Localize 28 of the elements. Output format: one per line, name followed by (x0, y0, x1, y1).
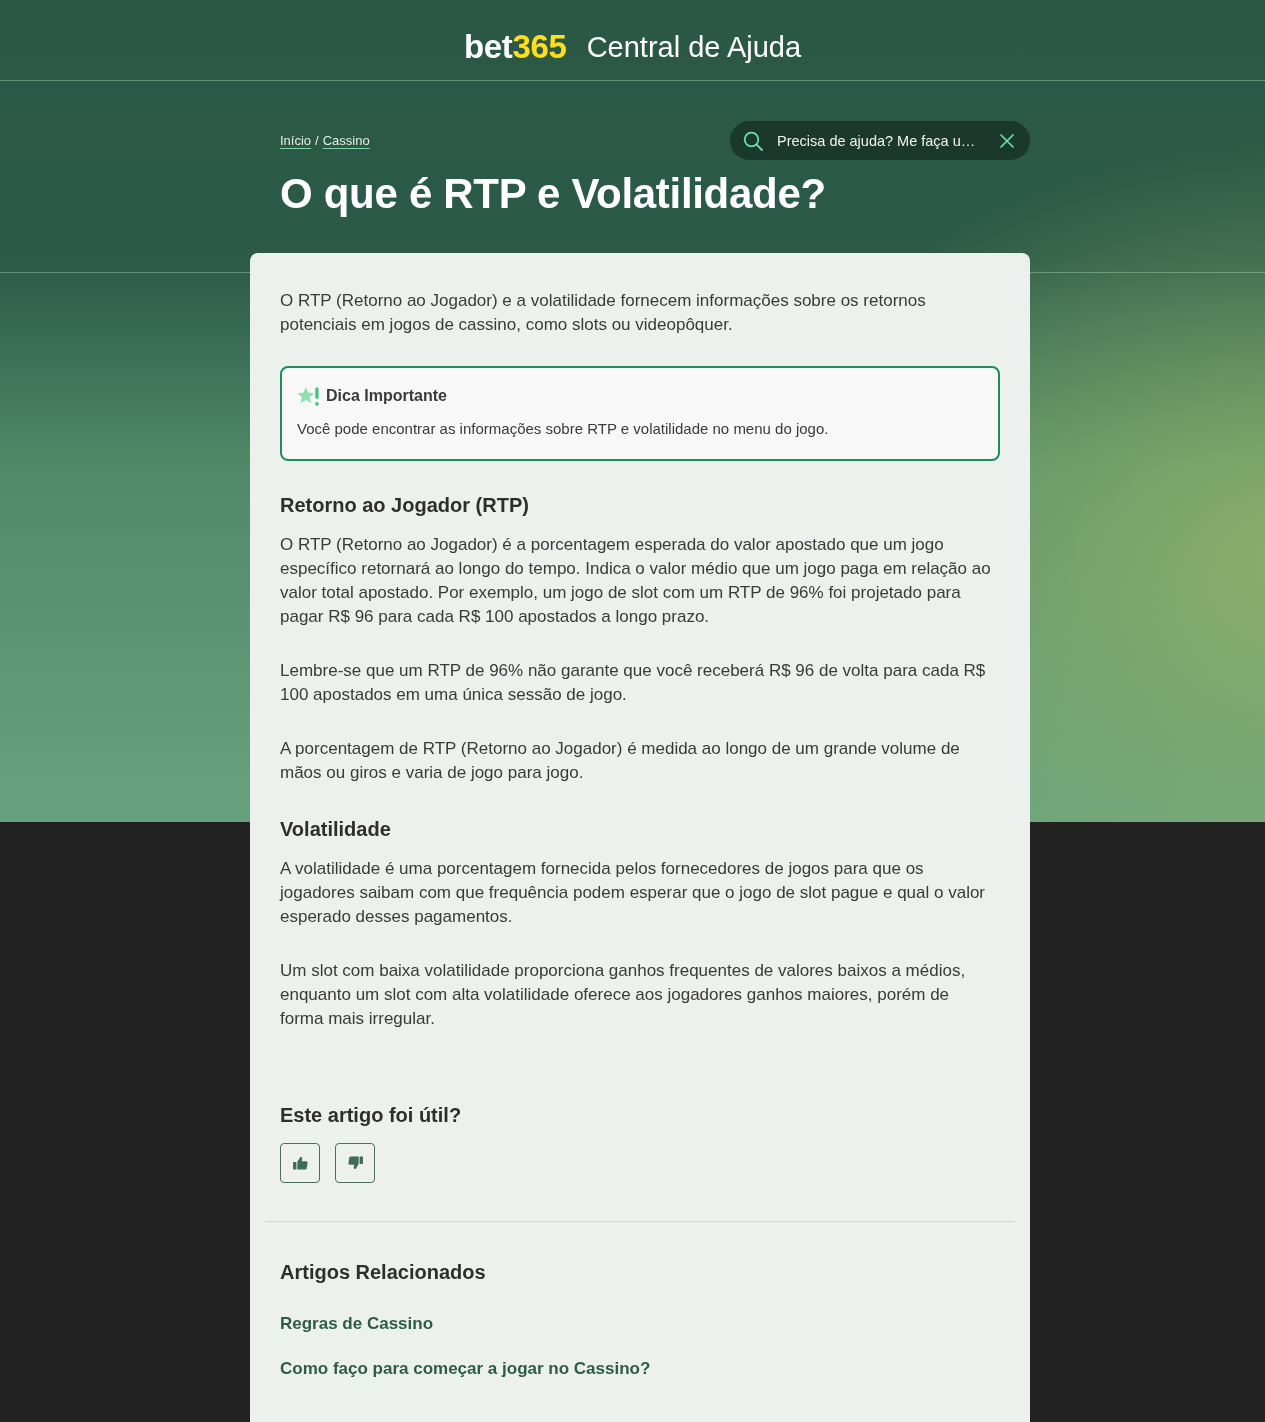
breadcrumb-separator: / (315, 133, 319, 148)
site-title: Central de Ajuda (586, 30, 802, 65)
paragraph: A porcentagem de RTP (Retorno ao Jogador) é medida ao longo de um grande volume de mãos ou giros e varia de jogo para jogo. (280, 738, 961, 784)
search-field[interactable]: Precisa de ajuda? Me faça u… (730, 121, 1030, 160)
like-button[interactable] (280, 1143, 320, 1183)
paragraph: Um slot com baixa volatilidade proporciona ganhos frequentes de valores baixos a médios, enquanto um slot com alta volatilidade oferece aos jogadores ganhos maiores, porém de forma mais irregular. (280, 960, 967, 1030)
close-icon[interactable] (1000, 133, 1014, 148)
page-title: O que é RTP e Volatilidade? (280, 169, 827, 219)
section-heading: Retorno ao Jogador (RTP) (280, 493, 530, 518)
tip-text: Você pode encontrar as informações sobre RTP e volatilidade no menu do jogo. (297, 419, 830, 439)
section-heading: Volatilidade (280, 817, 392, 842)
logo[interactable]: bet365 (463, 28, 567, 66)
paragraph: A volatilidade é uma porcentagem fornecida pelos fornecedores de jogos para que os jogadores saibam com que frequência podem esperar que o jogo de slot pague e qual o valor esperado desses pagamentos. (280, 858, 987, 928)
feedback-question: Este artigo foi útil? (280, 1103, 463, 1128)
tip-title: Dica Importante (326, 386, 447, 406)
star-alert-icon (297, 385, 319, 407)
related-heading: Artigos Relacionados (280, 1260, 487, 1285)
related-article-link[interactable]: Como faço para começar a jogar no Cassino? (280, 1357, 651, 1381)
dislike-button[interactable] (335, 1143, 375, 1183)
thumbs-up-icon (292, 1156, 308, 1170)
thumbs-down-icon (347, 1156, 363, 1170)
breadcrumb-link[interactable]: Cassino (322, 133, 370, 148)
breadcrumb-link[interactable]: Início (280, 133, 312, 148)
paragraph: O RTP (Retorno ao Jogador) é a porcentagem esperada do valor apostado que um jogo específico retornará ao longo do tempo. Indica o valor médio que um jogo paga em relação ao valor total apostado. Por exemplo, um jogo de slot com um RTP de 96% foi projetado para pagar R$ 96 para cada R$ 100 apostados a longo prazo. (280, 534, 992, 628)
intro-paragraph: O RTP (Retorno ao Jogador) e a volatilidade fornecem informações sobre os retornos potenciais em jogos de cassino, como slots ou videopôquer. (280, 290, 927, 336)
related-article-link[interactable]: Regras de Cassino (280, 1312, 434, 1336)
paragraph: Lembre-se que um RTP de 96% não garante que você receberá R$ 96 de volta para cada R$ 100 apostados em uma única sessão de jogo. (280, 660, 987, 706)
search-icon (743, 130, 763, 151)
